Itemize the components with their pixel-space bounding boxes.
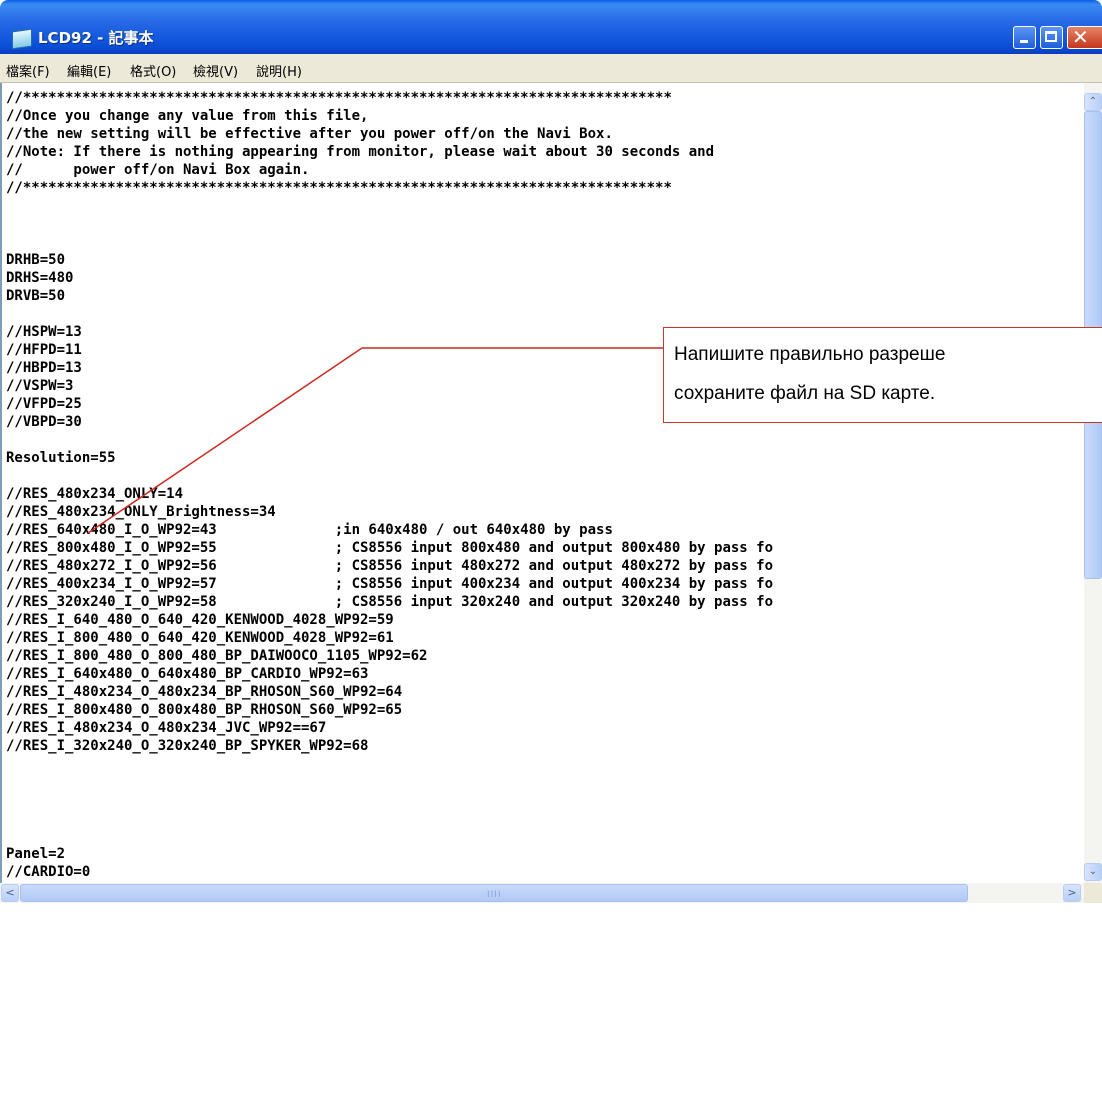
callout-leader-line: [87, 347, 663, 534]
callout-text-line-1: Напишите правильно разреше: [674, 344, 946, 365]
annotation-callout: Напишите правильно разреше сохраните фай…: [663, 327, 1102, 423]
callout-text-line-2: сохраните файл на SD карте.: [674, 383, 936, 404]
